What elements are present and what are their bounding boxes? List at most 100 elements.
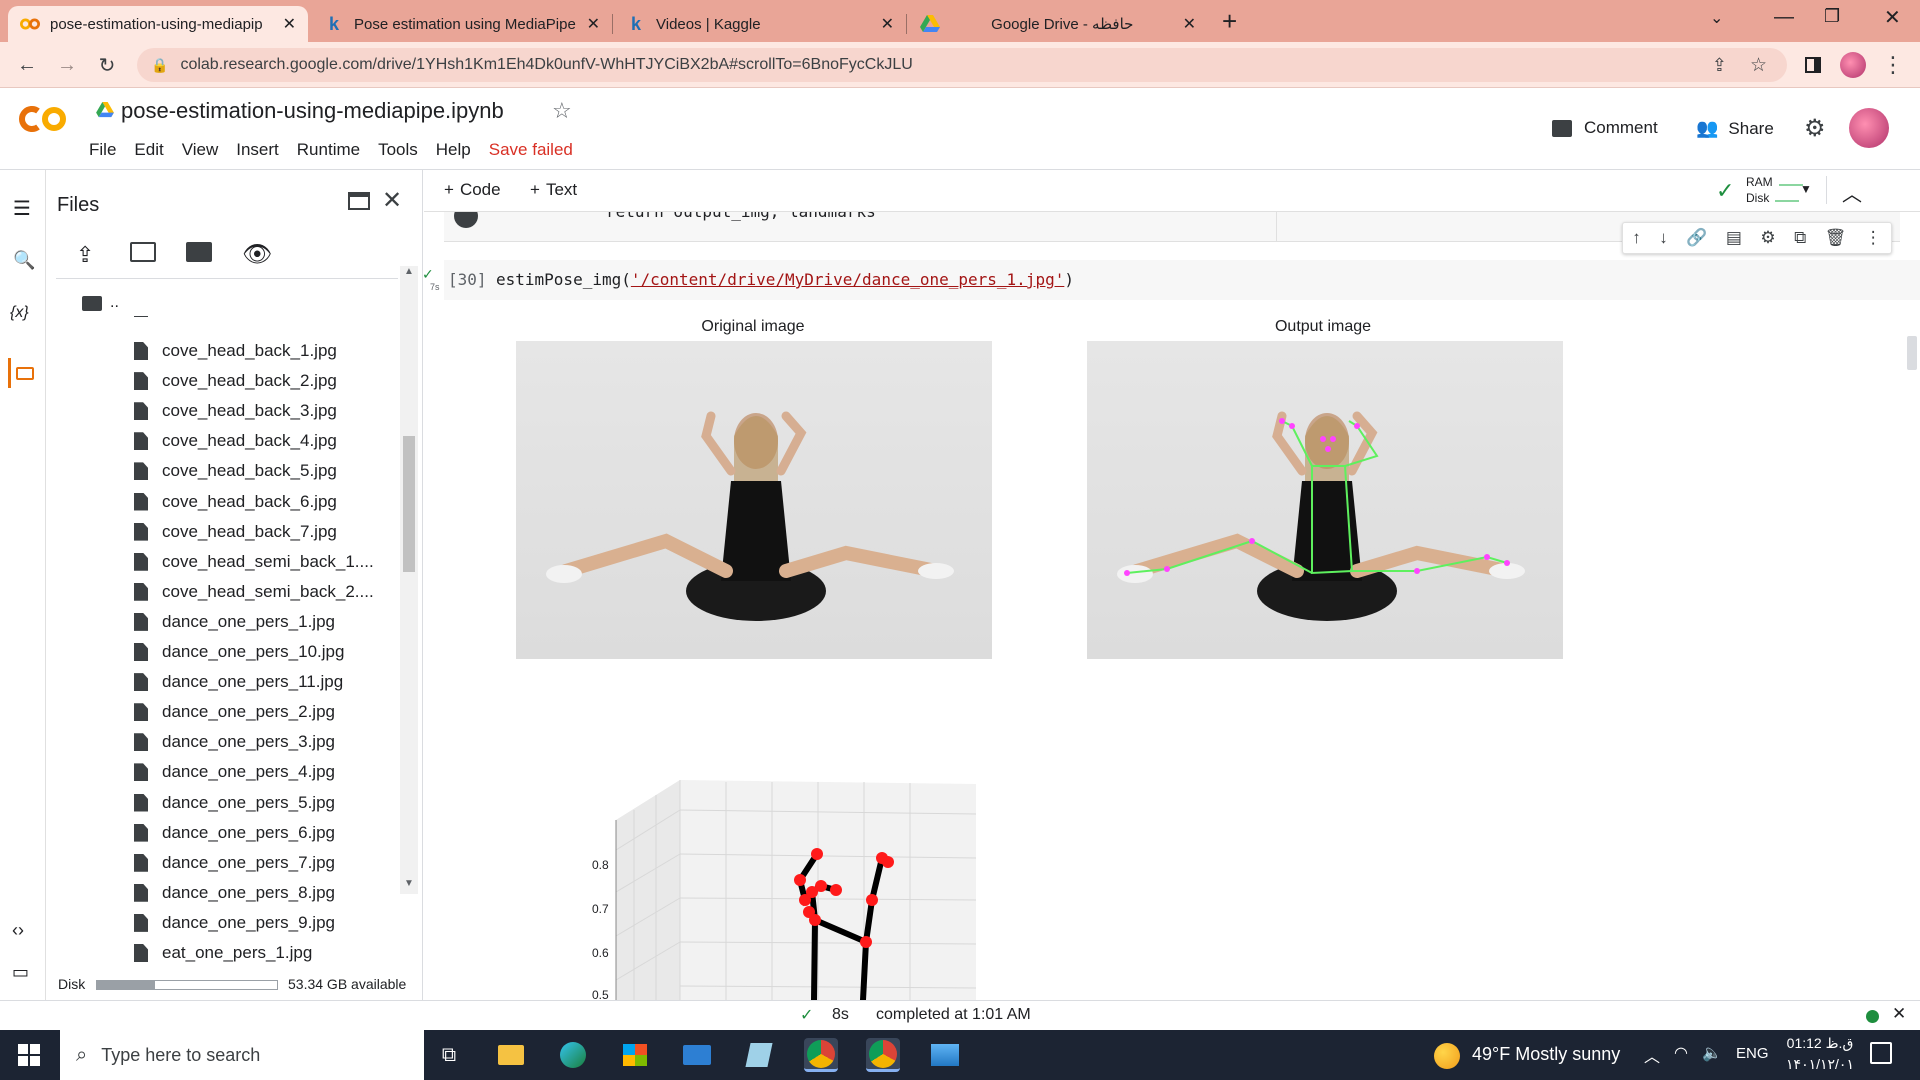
files-scrollbar[interactable]: ▲ ▼ xyxy=(400,266,418,894)
url-bar[interactable]: 🔒 colab.research.google.com/drive/1YHsh1… xyxy=(137,48,1787,82)
delete-icon[interactable]: 🗑 xyxy=(1825,228,1847,248)
notepad-icon[interactable] xyxy=(742,1038,776,1072)
file-item[interactable]: dance_one_pers_9.jpg xyxy=(134,908,335,938)
close-icon[interactable]: ✕ xyxy=(1183,14,1196,34)
comment-icon[interactable]: ▤ xyxy=(1726,228,1742,248)
back-arrow-icon[interactable]: ← xyxy=(12,50,42,80)
edge-icon[interactable] xyxy=(556,1038,590,1072)
file-item[interactable]: cove_head_semi_back_2.... xyxy=(134,577,374,607)
photos-icon[interactable] xyxy=(928,1038,962,1072)
move-down-icon[interactable]: ↓ xyxy=(1659,228,1668,248)
terminal-icon[interactable]: ▭ xyxy=(12,962,29,983)
file-item[interactable]: cove_head_semi_back_1.... xyxy=(134,547,374,577)
share-page-icon[interactable]: ⇪ xyxy=(1712,55,1727,76)
comment-button[interactable]: Comment xyxy=(1552,118,1658,138)
file-item[interactable]: eat_one_pers_1.jpg xyxy=(134,938,312,968)
user-avatar[interactable] xyxy=(1849,108,1889,148)
cell-settings-icon[interactable]: ⚙ xyxy=(1760,228,1775,248)
file-item[interactable]: cove_head_back_6.jpg xyxy=(134,487,337,517)
browser-tab-colab[interactable]: pose-estimation-using-mediapip ✕ xyxy=(8,6,308,42)
open-in-tab-icon[interactable] xyxy=(348,192,370,210)
close-icon[interactable]: ✕ xyxy=(283,14,296,34)
browser-menu-icon[interactable]: ⋮ xyxy=(1878,50,1908,80)
add-code-button[interactable]: + Code xyxy=(444,180,501,200)
menu-runtime[interactable]: Runtime xyxy=(297,140,360,160)
star-icon[interactable]: ☆ xyxy=(552,98,572,124)
resources-dropdown-icon[interactable]: ▼ xyxy=(1800,182,1812,196)
file-item[interactable]: dance_one_pers_10.jpg xyxy=(134,637,344,667)
code-cell[interactable]: [30] estimPose_img('/content/drive/MyDri… xyxy=(444,260,1920,300)
taskbar-search-box[interactable]: ⌕ Type here to search xyxy=(60,1030,424,1080)
move-up-icon[interactable]: ↑ xyxy=(1632,228,1641,248)
file-item[interactable]: dance_one_pers_5.jpg xyxy=(134,788,335,818)
resources-indicator[interactable]: RAM Disk xyxy=(1746,174,1803,206)
tab-search-icon[interactable]: ⌄ xyxy=(1710,8,1723,28)
browser-tab-kaggle-2[interactable]: k Videos | Kaggle ✕ xyxy=(614,6,906,42)
notebook-title[interactable]: pose-estimation-using-mediapipe.ipynb xyxy=(121,98,504,124)
menu-tools[interactable]: Tools xyxy=(378,140,418,160)
close-panel-icon[interactable]: ✕ xyxy=(382,186,402,215)
browser-tab-kaggle-1[interactable]: k Pose estimation using MediaPipe ✕ xyxy=(312,6,612,42)
save-failed-status[interactable]: Save failed xyxy=(489,140,573,160)
add-text-button[interactable]: + Text xyxy=(530,180,577,200)
notifications-icon[interactable] xyxy=(1870,1042,1892,1064)
chrome-profile-icon[interactable] xyxy=(866,1038,900,1072)
bookmark-star-icon[interactable]: ☆ xyxy=(1750,54,1767,77)
menu-edit[interactable]: Edit xyxy=(134,140,163,160)
run-cell-icon[interactable] xyxy=(454,212,478,228)
reload-icon[interactable]: ↻ xyxy=(92,50,122,80)
language-indicator[interactable]: ENG xyxy=(1736,1045,1769,1062)
mirror-cell-icon[interactable]: ⧉ xyxy=(1794,228,1806,248)
clock-time[interactable]: 01:12 ق.ظ xyxy=(1780,1035,1860,1052)
menu-file[interactable]: File xyxy=(89,140,116,160)
clock-date[interactable]: ۱۴۰۱/۱۲/۰۱ xyxy=(1780,1056,1860,1073)
weather-sun-icon[interactable] xyxy=(1434,1043,1460,1069)
menu-insert[interactable]: Insert xyxy=(236,140,279,160)
file-item[interactable]: dance_one_pers_2.jpg xyxy=(134,697,335,727)
volume-icon[interactable]: 🔈 xyxy=(1702,1043,1722,1063)
file-item[interactable]: dance_one_pers_3.jpg xyxy=(134,727,335,757)
windows-start-icon[interactable] xyxy=(12,1038,46,1072)
code-string[interactable]: '/content/drive/MyDrive/dance_one_pers_1… xyxy=(631,270,1064,289)
file-item[interactable]: dance_one_pers_8.jpg xyxy=(134,878,335,908)
refresh-folder-icon[interactable] xyxy=(130,242,156,262)
mount-drive-icon[interactable] xyxy=(186,242,212,262)
file-item[interactable]: cove_head_back_1.jpg xyxy=(134,336,337,366)
mail-icon[interactable] xyxy=(680,1038,714,1072)
close-icon[interactable]: ✕ xyxy=(881,14,894,34)
file-item[interactable]: cove_head_back_7.jpg xyxy=(134,517,337,547)
scrollbar-thumb[interactable] xyxy=(1907,336,1917,370)
settings-gear-icon[interactable]: ⚙ xyxy=(1804,114,1826,143)
close-status-icon[interactable]: ✕ xyxy=(1892,1004,1906,1024)
browser-tab-drive[interactable]: Google Drive - حافظه ✕ xyxy=(908,6,1208,42)
file-item[interactable]: dance_one_pers_1.jpg xyxy=(134,607,335,637)
search-icon[interactable]: 🔍 xyxy=(13,250,35,271)
window-close-icon[interactable]: ✕ xyxy=(1884,5,1901,30)
profile-avatar-icon[interactable] xyxy=(1838,50,1868,80)
scroll-up-icon[interactable]: ▲ xyxy=(404,266,414,277)
menu-view[interactable]: View xyxy=(182,140,219,160)
forward-arrow-icon[interactable]: → xyxy=(52,50,82,80)
file-item[interactable]: cove_head_back_2.jpg xyxy=(134,366,337,396)
task-view-icon[interactable]: ⧉ xyxy=(432,1038,466,1072)
notebook-scrollbar[interactable] xyxy=(1904,212,1920,1000)
side-panel-icon[interactable] xyxy=(1798,50,1828,80)
file-explorer-icon[interactable] xyxy=(494,1038,528,1072)
scroll-down-icon[interactable]: ▼ xyxy=(404,878,414,889)
file-item[interactable]: cove_head_back_5.jpg xyxy=(134,456,337,486)
file-item[interactable]: dance_one_pers_4.jpg xyxy=(134,757,335,787)
share-button[interactable]: 👥 Share xyxy=(1696,118,1774,139)
chrome-icon[interactable] xyxy=(804,1038,838,1072)
file-item[interactable]: cove_head_back_4.jpg xyxy=(134,426,337,456)
file-item[interactable]: cove_head_back_3.jpg xyxy=(134,396,337,426)
files-folder-icon[interactable] xyxy=(8,358,38,388)
restore-icon[interactable]: ❐ xyxy=(1824,6,1840,27)
store-icon[interactable] xyxy=(618,1038,652,1072)
tray-chevron-up-icon[interactable]: ︿ xyxy=(1644,1043,1660,1067)
wifi-icon[interactable]: ◠ xyxy=(1674,1043,1688,1063)
file-item[interactable]: dance_one_pers_6.jpg xyxy=(134,818,335,848)
scrollbar-thumb[interactable] xyxy=(403,436,415,572)
minimize-icon[interactable]: — xyxy=(1774,6,1794,29)
menu-help[interactable]: Help xyxy=(436,140,471,160)
variables-icon[interactable]: {x} xyxy=(10,304,29,322)
